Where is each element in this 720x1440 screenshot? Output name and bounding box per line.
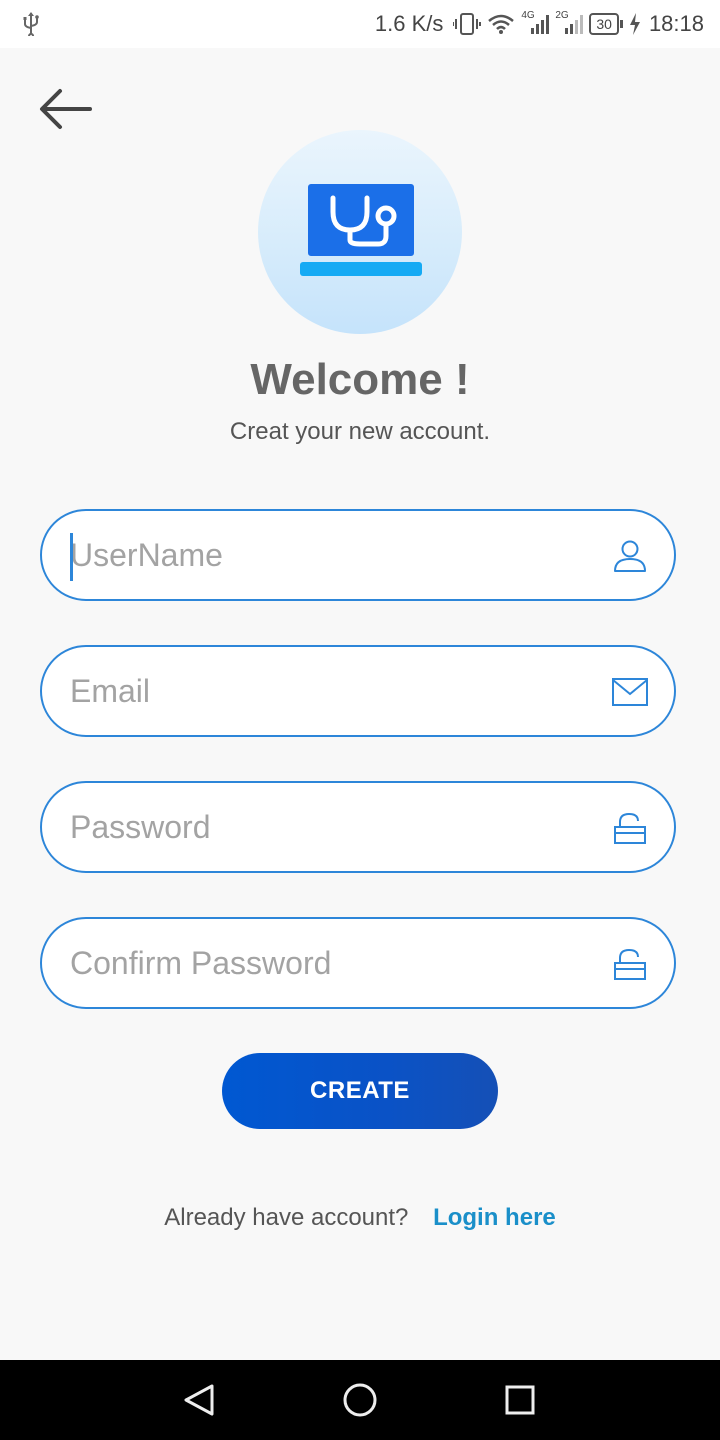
- email-field[interactable]: [40, 645, 676, 737]
- battery-icon: 30: [589, 13, 623, 35]
- home-circle-icon[interactable]: [340, 1380, 380, 1420]
- back-button[interactable]: [36, 82, 96, 136]
- usb-icon: [23, 12, 39, 36]
- text-cursor: [70, 533, 73, 581]
- lock-icon: [614, 948, 646, 980]
- laptop-stethoscope-icon: [300, 184, 422, 276]
- status-bar: 1.6 K/s 4G 2G 30 18:18: [0, 0, 720, 48]
- user-icon: [614, 540, 646, 572]
- create-button[interactable]: CREATE: [222, 1053, 498, 1129]
- signal-icon: 2G: [555, 10, 584, 36]
- clock: 18:18: [648, 11, 704, 36]
- confirm-password-field[interactable]: [40, 917, 676, 1009]
- username-input[interactable]: [70, 511, 590, 599]
- welcome-subtitle: Creat your new account.: [229, 418, 491, 445]
- charging-icon: [629, 13, 640, 35]
- net-speed: 1.6 K/s: [374, 11, 444, 36]
- recents-square-icon[interactable]: [500, 1380, 540, 1420]
- password-input[interactable]: [70, 783, 590, 871]
- app-logo: [258, 130, 462, 334]
- wifi-icon: [488, 14, 515, 34]
- mail-icon: [612, 678, 648, 706]
- login-prompt: Already have account?: [164, 1204, 409, 1231]
- confirm-password-input[interactable]: [70, 919, 590, 1007]
- signal-icon: 4G: [521, 10, 550, 36]
- password-field[interactable]: [40, 781, 676, 873]
- welcome-title: Welcome !: [250, 355, 470, 404]
- lock-icon: [614, 812, 646, 844]
- system-nav-bar: [0, 1360, 720, 1440]
- vibrate-icon: [453, 13, 482, 35]
- arrow-left-icon: [40, 89, 92, 129]
- login-row: Already have account? Login here: [0, 1204, 720, 1232]
- username-field[interactable]: [40, 509, 676, 601]
- email-input[interactable]: [70, 647, 590, 735]
- back-triangle-icon[interactable]: [180, 1380, 220, 1420]
- battery-level: 30: [589, 13, 619, 35]
- login-link[interactable]: Login here: [433, 1204, 556, 1231]
